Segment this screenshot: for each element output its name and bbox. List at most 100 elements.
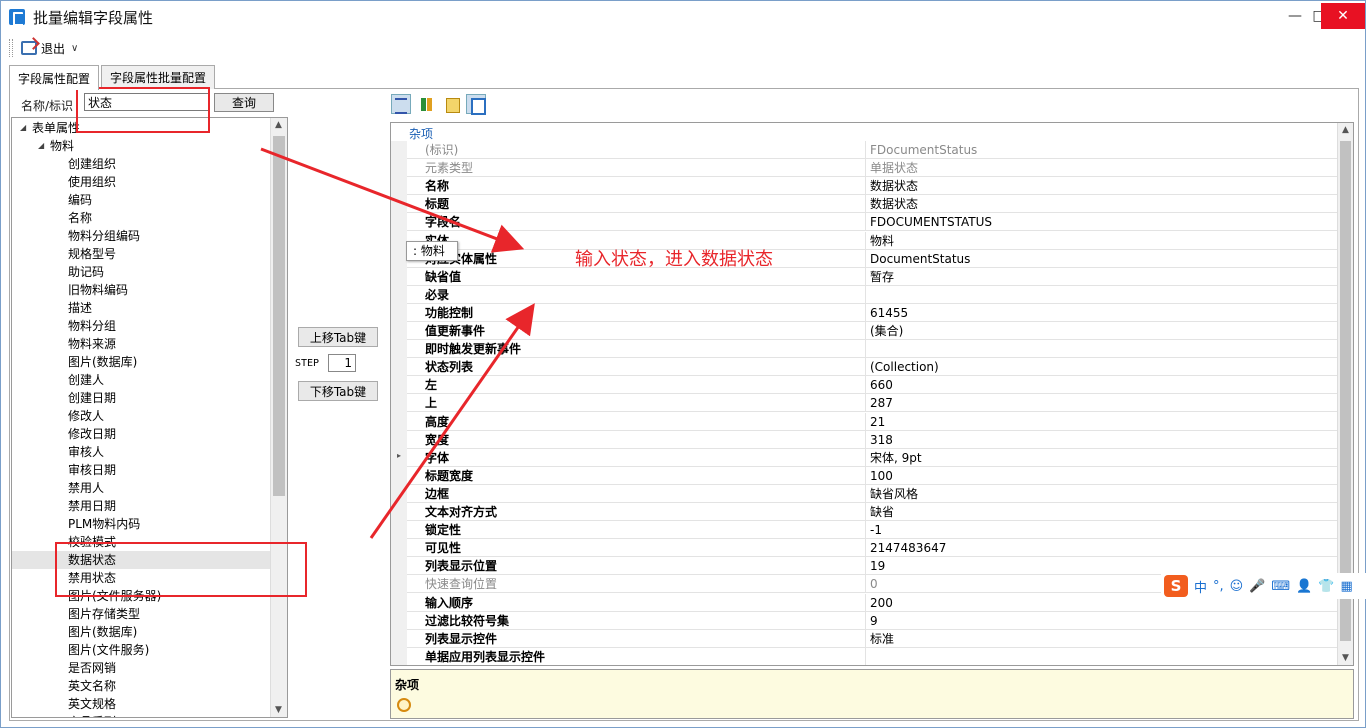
grid-category[interactable]: 杂项 — [391, 123, 1337, 141]
property-value[interactable]: 缺省 — [868, 503, 1338, 521]
step-input[interactable]: 1 — [328, 354, 356, 372]
property-row[interactable]: 对应实体属性 DocumentStatus — [407, 249, 1339, 268]
tree-item[interactable]: 描述 — [12, 299, 270, 317]
tree-item[interactable]: 助记码 — [12, 263, 270, 281]
property-value[interactable]: -1 — [868, 521, 1338, 539]
microphone-icon[interactable]: 🎤 — [1249, 579, 1265, 594]
property-value[interactable] — [868, 648, 1338, 665]
property-row[interactable]: 缺省值 暂存 — [407, 267, 1339, 286]
field-tree[interactable]: ◢ 表单属性 ◢ 物料 创建组织 使用组织 编码 名称 物料分组编码 规格型号 助记码 旧物料编码 描述… — [11, 117, 288, 718]
property-value[interactable]: 物料 — [868, 232, 1338, 250]
scroll-up-icon[interactable]: ▲ — [1342, 125, 1349, 135]
categorized-icon[interactable] — [391, 94, 411, 114]
tree-expand-icon[interactable]: ◢ — [20, 119, 26, 137]
tree-item[interactable]: 旧物料编码 — [12, 281, 270, 299]
exit-button[interactable]: 退出 ∨ — [19, 38, 80, 58]
tree-item[interactable]: 英文名称 — [12, 677, 270, 695]
tree-item[interactable]: 图片(数据库) — [12, 353, 270, 371]
property-row[interactable]: 过滤比较符号集 9 — [407, 611, 1339, 630]
property-row[interactable]: 文本对齐方式 缺省 — [407, 503, 1339, 521]
property-value[interactable]: DocumentStatus — [868, 250, 1338, 268]
tree-expand-icon[interactable]: ◢ — [38, 137, 44, 155]
scroll-up-icon[interactable]: ▲ — [275, 120, 282, 130]
tree-item[interactable]: 名称 — [12, 209, 270, 227]
property-value[interactable]: 660 — [868, 376, 1338, 394]
tree-item[interactable]: PLM物料内码 — [12, 515, 270, 533]
tab-field-property-batch-config[interactable]: 字段属性批量配置 — [101, 65, 216, 89]
property-row[interactable]: 上 287 — [407, 394, 1339, 413]
grid-menu-icon[interactable]: ▦ — [1341, 579, 1353, 594]
tree-item[interactable]: 使用组织 — [12, 173, 270, 191]
property-value[interactable]: 标准 — [868, 630, 1338, 648]
close-button[interactable]: ✕ — [1321, 3, 1365, 29]
tab-field-property-config[interactable]: 字段属性配置 — [9, 65, 100, 90]
move-tab-down-button[interactable]: 下移Tab键 — [298, 381, 378, 401]
property-row[interactable]: 即时触发更新事件 — [407, 340, 1339, 359]
query-button[interactable]: 查询 — [214, 93, 274, 112]
property-value[interactable]: 数据状态 — [868, 195, 1338, 213]
property-row[interactable]: 宽度 318 — [407, 430, 1339, 449]
property-value[interactable]: 100 — [868, 467, 1338, 485]
tree-item[interactable]: 是否网销 — [12, 659, 270, 677]
property-value[interactable] — [868, 340, 1338, 358]
property-value[interactable]: 61455 — [868, 304, 1338, 322]
property-row[interactable]: 名称 数据状态 — [407, 177, 1339, 196]
property-row[interactable]: 字体 宋体, 9pt — [407, 448, 1339, 467]
property-pages-icon[interactable] — [441, 94, 461, 114]
property-value[interactable] — [868, 286, 1338, 304]
property-value[interactable]: 缺省风格 — [868, 485, 1338, 503]
property-row[interactable]: 字段名 FDOCUMENTSTATUS — [407, 213, 1339, 232]
properties-icon[interactable] — [466, 94, 486, 115]
grid-scroll-thumb[interactable] — [1340, 141, 1351, 641]
property-row[interactable]: 高度 21 — [407, 412, 1339, 431]
keyboard-icon[interactable]: ⌨ — [1271, 579, 1290, 594]
property-row[interactable]: 左 660 — [407, 376, 1339, 395]
property-value[interactable]: FDOCUMENTSTATUS — [868, 213, 1338, 231]
property-row[interactable]: 实体物料 — [407, 231, 1339, 250]
property-row[interactable]: 状态列表 (Collection) — [407, 358, 1339, 377]
property-value[interactable]: (Collection) — [868, 358, 1338, 376]
chevron-down-icon[interactable]: ∨ — [71, 43, 78, 54]
emoji-icon[interactable]: ☺ — [1230, 579, 1244, 594]
tree-scroll-thumb[interactable] — [273, 136, 285, 496]
tree-item[interactable]: 物料分组 — [12, 317, 270, 335]
tree-item[interactable]: ◢ 物料 — [12, 137, 270, 155]
property-value[interactable]: 暂存 — [868, 268, 1338, 286]
property-value[interactable]: 宋体, 9pt — [868, 449, 1338, 467]
property-row[interactable]: 锁定性 -1 — [407, 521, 1339, 540]
user-icon[interactable]: 👤 — [1296, 579, 1312, 594]
property-value[interactable]: 287 — [868, 394, 1338, 412]
tree-item[interactable]: 规格型号 — [12, 245, 270, 263]
tree-item[interactable]: 编码 — [12, 191, 270, 209]
expand-arrow-icon[interactable]: ▸ — [397, 451, 401, 460]
property-value[interactable]: 318 — [868, 431, 1338, 449]
property-row[interactable]: 必录 — [407, 285, 1339, 304]
property-value[interactable]: (集合) — [868, 322, 1338, 340]
toolbar-grip[interactable] — [9, 39, 13, 57]
tree-item[interactable]: 创建人 — [12, 371, 270, 389]
tree-item[interactable]: 修改人 — [12, 407, 270, 425]
property-row[interactable]: (标识) FDocumentStatus — [407, 141, 1339, 159]
tree-item[interactable]: 禁用人 — [12, 479, 270, 497]
ime-toolbar[interactable]: S 中 °, ☺ 🎤 ⌨ 👤 👕 ▦ — [1161, 573, 1366, 599]
tree-item[interactable]: 禁用日期 — [12, 497, 270, 515]
ime-punctuation-icon[interactable]: °, — [1213, 579, 1224, 594]
property-row[interactable]: 元素类型 单据状态 — [407, 159, 1339, 178]
sort-alphabetical-icon[interactable] — [416, 94, 436, 114]
property-value[interactable]: 2147483647 — [868, 539, 1338, 557]
tree-item[interactable]: 创建日期 — [12, 389, 270, 407]
move-tab-up-button[interactable]: 上移Tab键 — [298, 327, 378, 347]
property-row[interactable]: 功能控制 61455 — [407, 303, 1339, 322]
tree-item[interactable]: 产品系列 — [12, 713, 270, 717]
property-value[interactable]: 21 — [868, 413, 1338, 431]
tree-item[interactable]: 英文规格 — [12, 695, 270, 713]
skin-icon[interactable]: 👕 — [1318, 579, 1334, 594]
tree-item[interactable]: 图片(文件服务) — [12, 641, 270, 659]
tree-item[interactable]: 审核日期 — [12, 461, 270, 479]
tree-item[interactable]: 图片(数据库) — [12, 623, 270, 641]
property-row[interactable]: 可见性 2147483647 — [407, 539, 1339, 558]
ime-chinese-mode[interactable]: 中 — [1194, 577, 1207, 596]
property-row[interactable]: 边框 缺省风格 — [407, 484, 1339, 503]
tree-item[interactable]: 图片存储类型 — [12, 605, 270, 623]
property-value[interactable]: 数据状态 — [868, 177, 1338, 195]
